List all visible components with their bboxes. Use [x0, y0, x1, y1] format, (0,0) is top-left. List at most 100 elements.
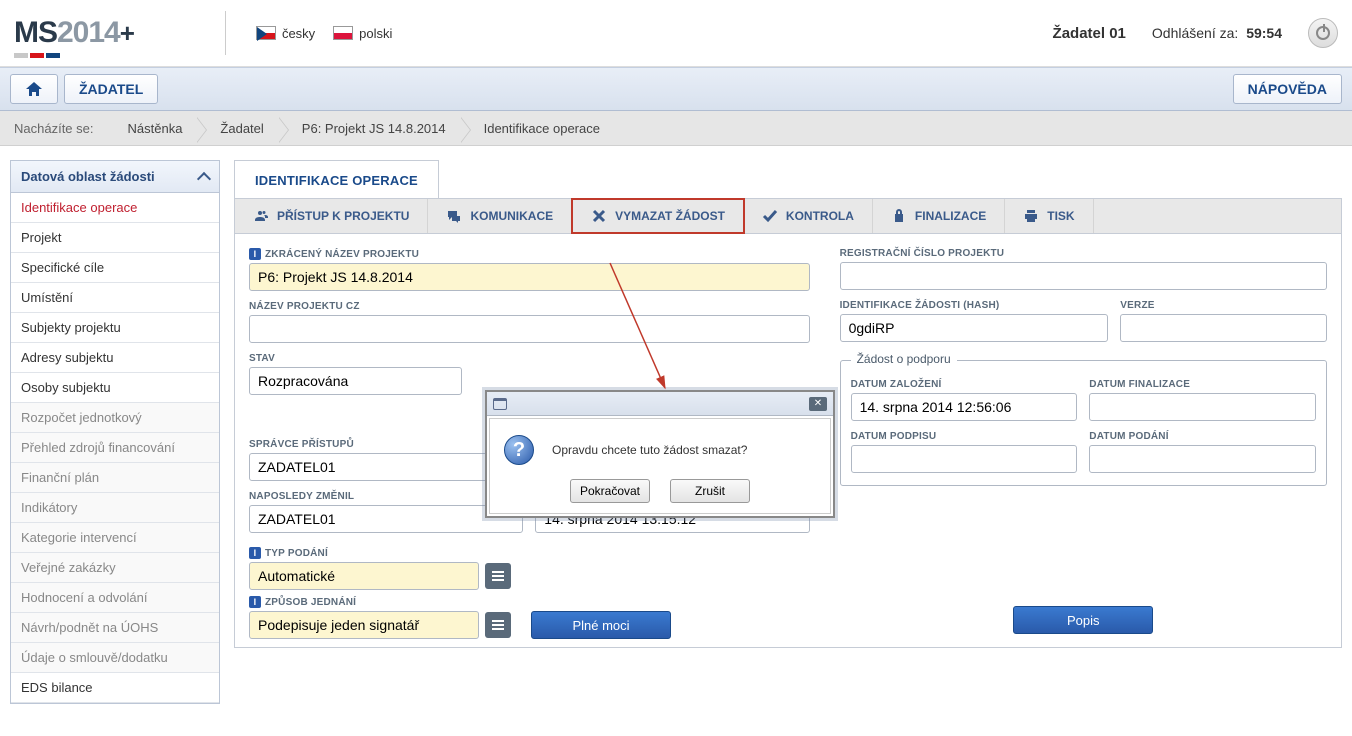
sign-mode-picker[interactable]: [485, 612, 511, 638]
logout-button[interactable]: [1308, 18, 1338, 48]
sidebar-title: Datová oblast žádosti: [21, 169, 155, 184]
d-submit-input: [1089, 445, 1316, 473]
divider: [225, 11, 226, 55]
poa-button[interactable]: Plné moci: [531, 611, 671, 639]
lastmod-by-label: NAPOSLEDY ZMĚNIL: [249, 491, 523, 502]
sidebar-item-0[interactable]: Identifikace operace: [11, 193, 219, 223]
tab-title: IDENTIFIKACE OPERACE: [235, 161, 438, 198]
lang-label: česky: [282, 26, 315, 41]
sidebar-toggle[interactable]: Datová oblast žádosti: [11, 161, 219, 193]
flag-pl-icon: [333, 26, 353, 40]
sidebar-item-9[interactable]: Finanční plán: [11, 463, 219, 493]
chevron-up-icon: [197, 171, 211, 185]
d-sign-label: DATUM PODPISU: [851, 431, 1078, 442]
sidebar-item-15[interactable]: Údaje o smlouvě/dodatku: [11, 643, 219, 673]
sidebar-item-11[interactable]: Kategorie intervencí: [11, 523, 219, 553]
delete-request-button[interactable]: VYMAZAT ŽÁDOST: [571, 198, 745, 234]
d-final-input: [1089, 393, 1316, 421]
top-header: MS 2014 + česky polski Žadatel 01 Odhláš…: [0, 0, 1352, 67]
logout-time: 59:54: [1246, 25, 1282, 41]
d-created-input: [851, 393, 1078, 421]
d-sign-input: [851, 445, 1078, 473]
language-switch: česky polski: [256, 26, 392, 41]
home-button[interactable]: [10, 74, 58, 104]
access-button[interactable]: PŘÍSTUP K PROJEKTU: [235, 199, 428, 233]
sub-type-picker[interactable]: [485, 563, 511, 589]
check-button[interactable]: KONTROLA: [744, 199, 873, 233]
sidebar-item-16[interactable]: EDS bilance: [11, 673, 219, 703]
home-icon: [25, 81, 43, 97]
required-icon: i: [249, 547, 261, 559]
communication-button[interactable]: KOMUNIKACE: [428, 199, 572, 233]
help-button[interactable]: NÁPOVĚDA: [1233, 74, 1342, 104]
chat-icon: [446, 208, 462, 224]
list-icon: [492, 575, 504, 577]
support-request-fieldset: Žádost o podporu DATUM ZALOŽENÍ DATUM FI…: [840, 360, 1327, 486]
lastmod-by-input: [249, 505, 523, 533]
dialog-titlebar[interactable]: ✕: [487, 392, 833, 416]
sub-type-input[interactable]: [249, 562, 479, 590]
confirm-dialog: ✕ ? Opravdu chcete tuto žádost smazat? P…: [485, 390, 835, 518]
sidebar-item-5[interactable]: Adresy subjektu: [11, 343, 219, 373]
hash-label: IDENTIFIKACE ŽÁDOSTI (HASH): [840, 300, 1109, 311]
crumb-0[interactable]: Nástěnka: [106, 117, 199, 140]
sidebar-item-12[interactable]: Veřejné zakázky: [11, 553, 219, 583]
breadcrumb-label: Nacházíte se:: [14, 121, 94, 136]
action-toolbar: PŘÍSTUP K PROJEKTU KOMUNIKACE VYMAZAT ŽÁ…: [235, 199, 1341, 234]
logo-stripes: [14, 53, 60, 58]
sidebar-item-1[interactable]: Projekt: [11, 223, 219, 253]
sign-mode-input[interactable]: [249, 611, 479, 639]
logo-text-ms: MS: [14, 16, 57, 50]
question-icon: ?: [504, 435, 534, 465]
sidebar-item-2[interactable]: Specifické cíle: [11, 253, 219, 283]
sidebar-item-14[interactable]: Návrh/podnět na ÚOHS: [11, 613, 219, 643]
delete-icon: [591, 208, 607, 224]
dialog-continue-button[interactable]: Pokračovat: [570, 479, 650, 503]
print-label: TISK: [1047, 209, 1074, 223]
sub-type-label: iTYP PODÁNÍ: [249, 547, 511, 559]
print-button[interactable]: TISK: [1005, 199, 1093, 233]
short-name-label: iZKRÁCENÝ NÁZEV PROJEKTU: [249, 248, 810, 260]
sidebar-item-7[interactable]: Rozpočet jednotkový: [11, 403, 219, 433]
sidebar-item-13[interactable]: Hodnocení a odvolání: [11, 583, 219, 613]
hash-input: [840, 314, 1109, 342]
finalize-button[interactable]: FINALIZACE: [873, 199, 1005, 233]
comm-label: KOMUNIKACE: [470, 209, 553, 223]
state-label: STAV: [249, 353, 462, 364]
window-icon: [493, 398, 507, 410]
crumb-2[interactable]: P6: Projekt JS 14.8.2014: [280, 117, 462, 140]
lang-label: polski: [359, 26, 392, 41]
check-icon: [762, 208, 778, 224]
sidebar-item-10[interactable]: Indikátory: [11, 493, 219, 523]
name-cz-input[interactable]: [249, 315, 810, 343]
power-icon: [1316, 26, 1330, 40]
sidebar-item-8[interactable]: Přehled zdrojů financování: [11, 433, 219, 463]
nav-bar: ŽADATEL NÁPOVĚDA: [0, 67, 1352, 111]
required-icon: i: [249, 596, 261, 608]
reg-no-label: REGISTRAČNÍ ČÍSLO PROJEKTU: [840, 248, 1327, 259]
d-final-label: DATUM FINALIZACE: [1089, 379, 1316, 390]
list-icon: [492, 624, 504, 626]
crumb-1[interactable]: Žadatel: [198, 117, 279, 140]
reg-no-input: [840, 262, 1327, 290]
sidebar-item-4[interactable]: Subjekty projektu: [11, 313, 219, 343]
required-icon: i: [249, 248, 261, 260]
applicant-button[interactable]: ŽADATEL: [64, 74, 158, 104]
finalize-label: FINALIZACE: [915, 209, 986, 223]
name-cz-label: NÁZEV PROJEKTU CZ: [249, 301, 810, 312]
breadcrumb: Nacházíte se: Nástěnka Žadatel P6: Proje…: [0, 111, 1352, 146]
lock-icon: [891, 208, 907, 224]
header-right: Žadatel 01 Odhlášení za: 59:54: [1053, 18, 1338, 48]
lang-czech[interactable]: česky: [256, 26, 315, 41]
sidebar-item-6[interactable]: Osoby subjektu: [11, 373, 219, 403]
user-name: Žadatel 01: [1053, 25, 1126, 42]
crumb-3[interactable]: Identifikace operace: [462, 117, 616, 140]
dialog-cancel-button[interactable]: Zrušit: [670, 479, 750, 503]
dialog-close-button[interactable]: ✕: [809, 397, 827, 411]
d-submit-label: DATUM PODÁNÍ: [1089, 431, 1316, 442]
desc-button[interactable]: Popis: [1013, 606, 1153, 634]
sidebar-item-3[interactable]: Umístění: [11, 283, 219, 313]
logout-label: Odhlášení za:: [1152, 25, 1238, 41]
short-name-input[interactable]: [249, 263, 810, 291]
lang-polish[interactable]: polski: [333, 26, 392, 41]
